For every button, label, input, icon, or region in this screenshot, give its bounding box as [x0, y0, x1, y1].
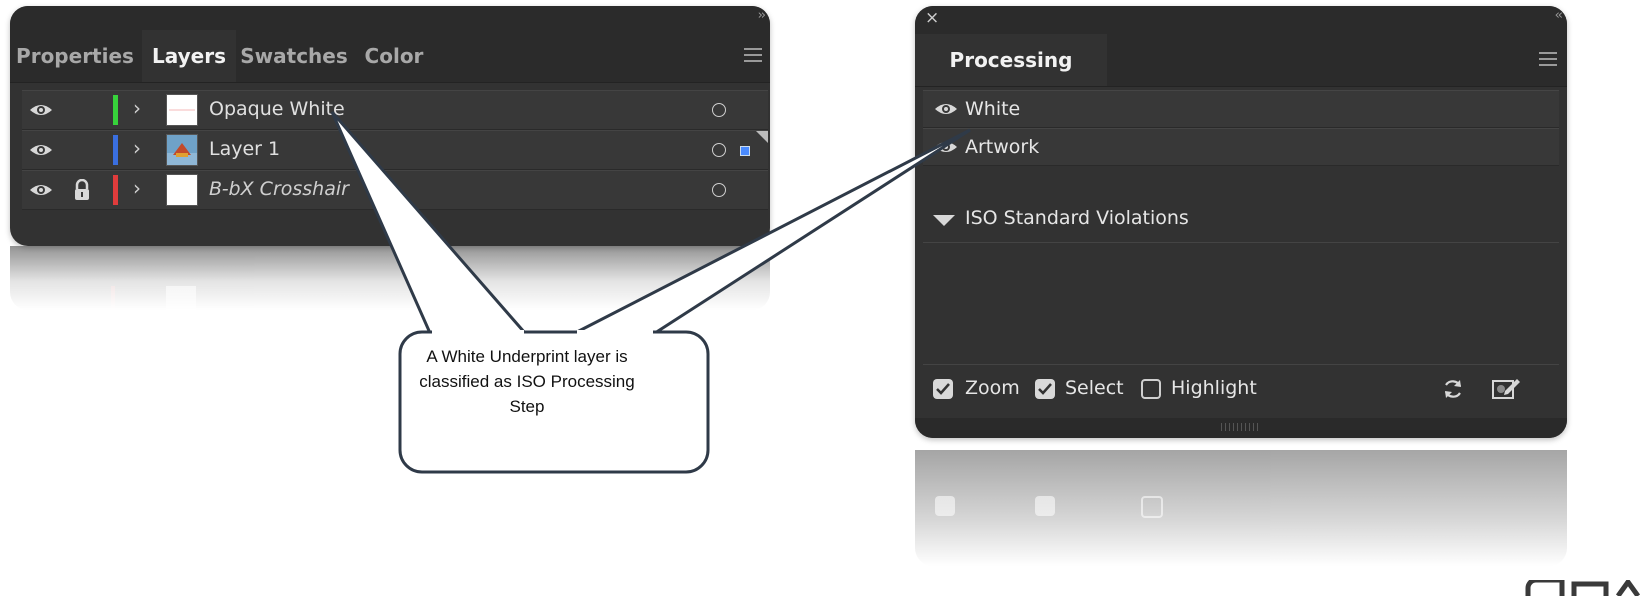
callout-bubble: [330, 111, 971, 474]
brand-logo-icon: [1525, 580, 1641, 596]
callout-line: classified as ISO Processing: [419, 372, 635, 391]
callout-line: A White Underprint layer is: [426, 347, 628, 366]
callout-text: A White Underprint layer is classified a…: [392, 344, 662, 419]
callout-line: Step: [509, 397, 545, 416]
